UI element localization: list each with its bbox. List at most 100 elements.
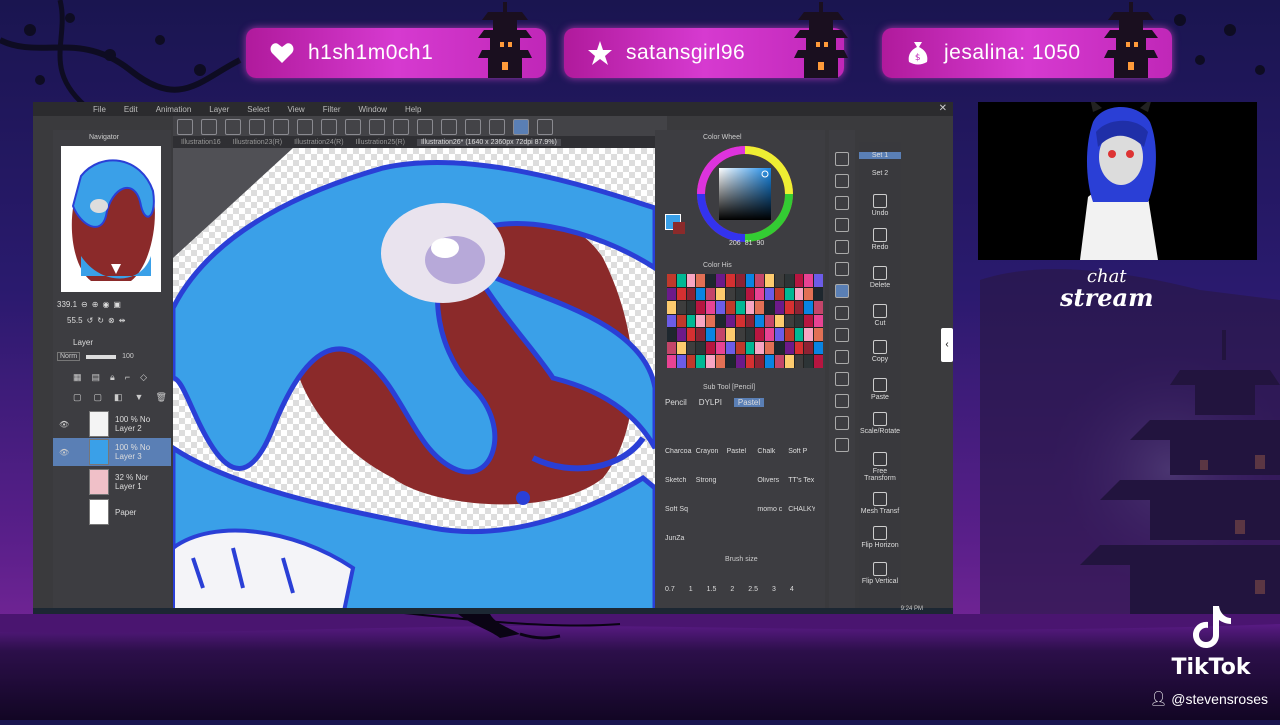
color-swatch[interactable] [667,301,676,314]
color-swatch[interactable] [686,355,696,368]
airbrush-icon[interactable] [835,328,849,342]
command-button[interactable]: Mesh Transf [859,492,901,515]
color-swatch[interactable] [814,341,823,355]
color-swatch[interactable] [676,274,686,287]
color-swatch[interactable] [784,301,794,314]
raster-icon[interactable]: ▢ [73,392,82,403]
brush-item[interactable]: Strong [696,477,723,484]
color-swatch[interactable] [735,287,745,301]
color-swatch[interactable] [686,274,696,287]
color-swatch[interactable] [745,274,755,287]
command-button[interactable]: Copy [859,340,901,363]
color-swatch[interactable] [735,341,745,355]
opacity-value[interactable]: 100 [122,353,134,360]
menu-select[interactable]: Select [247,105,269,114]
color-swatch[interactable] [804,301,814,314]
command-button[interactable]: Scale/Rotate [859,412,901,435]
crop-icon[interactable] [393,119,409,135]
undo-icon[interactable] [297,119,313,135]
color-swatch[interactable] [804,328,814,341]
color-swatch[interactable] [716,287,725,301]
loading-icon[interactable] [345,119,361,135]
brush-item[interactable]: Charcoa [665,448,692,455]
color-swatch[interactable] [735,355,745,368]
brush-item[interactable]: Crayon [696,448,723,455]
brush-item[interactable]: CHALKY [788,506,815,513]
color-swatch[interactable] [706,301,716,314]
color-swatch[interactable] [774,355,784,368]
color-swatch[interactable] [725,355,735,368]
layer-row[interactable]: 32 % Nor Layer 1 [53,468,171,496]
color-swatch[interactable] [765,341,774,355]
blend-mode-select[interactable]: Norm [57,352,81,361]
mask-icon[interactable]: ◧ [114,392,123,403]
color-swatch[interactable] [814,355,823,368]
color-swatch[interactable] [755,341,765,355]
transform-icon[interactable] [417,119,433,135]
color-swatch[interactable] [716,355,725,368]
menu-file[interactable]: File [93,105,106,114]
redo-icon[interactable] [321,119,337,135]
color-swatch[interactable] [696,287,706,301]
menu-layer[interactable]: Layer [209,105,229,114]
color-swatch[interactable] [686,287,696,301]
command-button[interactable]: Free Transform [859,452,901,482]
color-swatch[interactable] [716,274,725,287]
menu-animation[interactable]: Animation [156,105,192,114]
tab-illustration23[interactable]: Illustration23(R) [233,139,282,146]
vector-icon[interactable]: ▢ [94,392,103,403]
color-swatch[interactable] [735,328,745,341]
menu-help[interactable]: Help [405,105,421,114]
snap-icon[interactable] [465,119,481,135]
text-icon[interactable] [835,438,849,452]
color-swatch[interactable] [784,328,794,341]
color-swatch[interactable] [676,287,686,301]
layer-row[interactable]: 👁︎ 100 % No Layer 2 [53,410,171,438]
color-swatch[interactable] [725,274,735,287]
menu-icon[interactable] [177,119,193,135]
eyedropper-icon[interactable] [835,240,849,254]
color-swatch[interactable] [745,287,755,301]
move-icon[interactable] [835,174,849,188]
color-swatch[interactable] [774,274,784,287]
export-icon[interactable] [273,119,289,135]
color-swatch[interactable] [667,341,676,355]
color-swatch[interactable] [686,314,696,328]
color-swatch[interactable] [804,355,814,368]
rotate-value[interactable]: 55.5 [67,316,83,325]
sub-color-swatch[interactable] [673,222,685,234]
color-swatch[interactable] [804,341,814,355]
tab-illustration16[interactable]: Illustration16 [181,139,221,146]
color-swatch[interactable] [784,355,794,368]
menu-edit[interactable]: Edit [124,105,138,114]
collapse-arrow-icon[interactable]: ‹ [941,328,953,362]
brush-size-option[interactable]: 1 [689,586,693,593]
color-swatch[interactable] [755,314,765,328]
select-icon[interactable] [835,196,849,210]
color-swatch[interactable] [716,314,725,328]
color-swatch[interactable] [725,341,735,355]
gradient-icon[interactable] [835,394,849,408]
color-swatch[interactable] [676,301,686,314]
command-button[interactable]: Undo [859,194,901,217]
color-swatch[interactable] [755,301,765,314]
color-swatch[interactable] [667,355,676,368]
color-swatch[interactable] [706,341,716,355]
color-swatch[interactable] [745,355,755,368]
color-swatch[interactable] [814,328,823,341]
color-swatch[interactable] [706,274,716,287]
color-swatch[interactable] [676,314,686,328]
color-swatch[interactable] [765,274,774,287]
command-button[interactable]: Set 1 [859,152,901,159]
pencil-tool-icon[interactable] [835,284,849,298]
color-swatch[interactable] [745,301,755,314]
brush-item[interactable]: Olivers [757,477,784,484]
opacity-slider[interactable] [86,354,117,359]
color-swatch[interactable] [667,274,676,287]
color-swatch[interactable] [676,355,686,368]
color-swatch[interactable] [814,314,823,328]
color-swatch[interactable] [745,328,755,341]
help-icon[interactable] [537,119,553,135]
brush-item[interactable]: Chalk [757,448,784,455]
brush-item[interactable]: momo c [757,506,784,513]
